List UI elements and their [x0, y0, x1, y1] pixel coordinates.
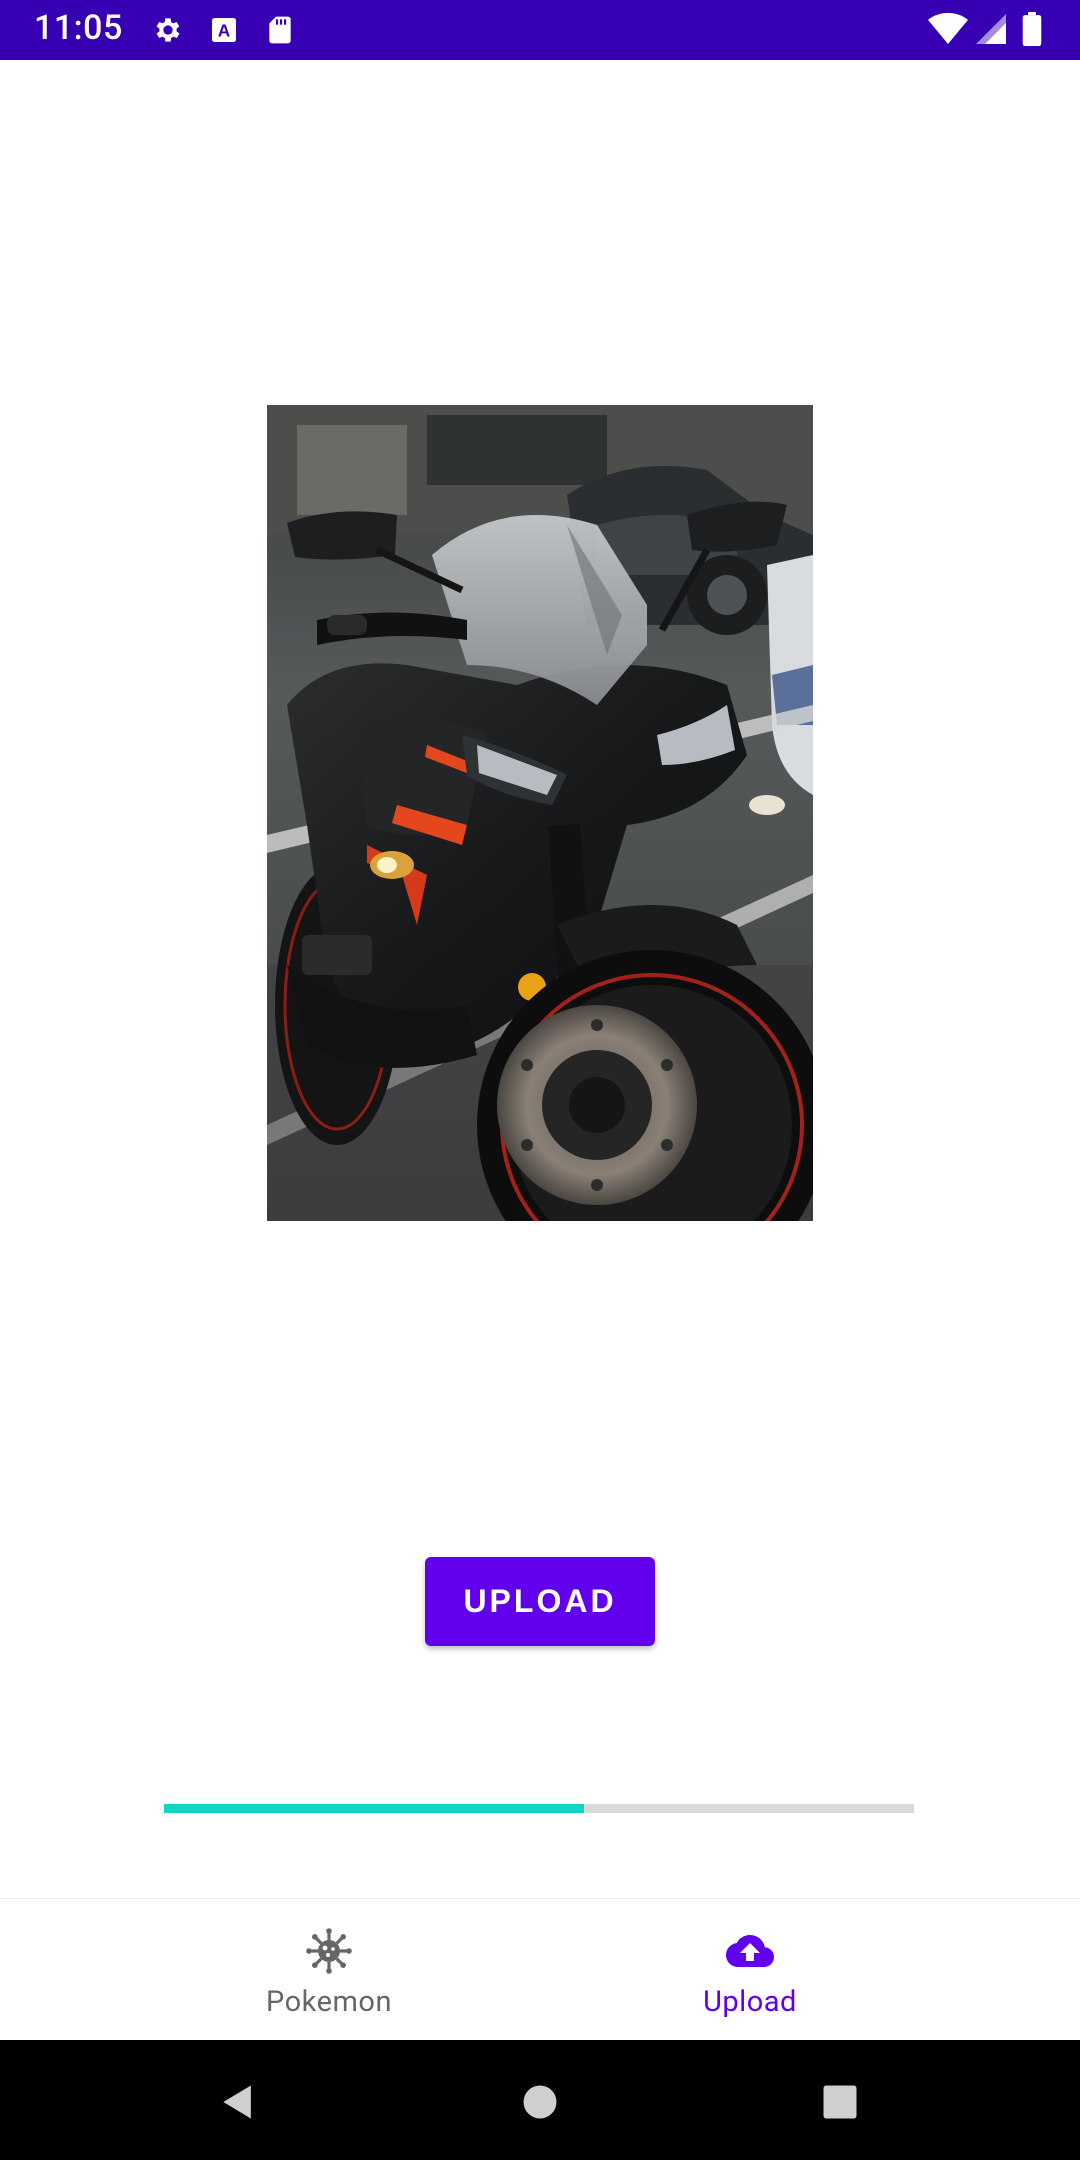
home-icon[interactable] [518, 2080, 562, 2124]
cloud-upload-icon [726, 1934, 774, 1967]
system-navigation-bar [0, 2040, 1080, 2160]
wifi-icon [928, 12, 968, 45]
battery-icon [1022, 12, 1042, 46]
virus-icon [306, 1928, 352, 1974]
motorcycle-photo [267, 405, 813, 1221]
sd-card-icon [269, 16, 291, 44]
text-a-icon: A [212, 18, 236, 42]
status-time: 11:05 [34, 8, 123, 48]
recents-icon[interactable] [818, 2080, 862, 2124]
nav-label-pokemon: Pokemon [266, 1985, 392, 2019]
upload-button[interactable]: UPLOAD [425, 1557, 655, 1646]
bottom-navigation: Pokemon Upload [0, 1898, 1080, 2041]
upload-progress-fill [164, 1804, 584, 1813]
svg-text:A: A [218, 21, 231, 41]
signal-icon [976, 14, 1006, 44]
gear-icon [156, 18, 180, 42]
back-icon[interactable] [216, 2080, 260, 2124]
nav-label-upload: Upload [703, 1985, 797, 2019]
nav-item-upload[interactable]: Upload [600, 1899, 900, 2041]
nav-item-pokemon[interactable]: Pokemon [179, 1899, 479, 2041]
status-bar: 11:05 A [0, 0, 1080, 60]
app-screen: 11:05 A UPLOAD Pokemon Upload [0, 0, 1080, 2160]
upload-progress-bar [164, 1804, 914, 1813]
